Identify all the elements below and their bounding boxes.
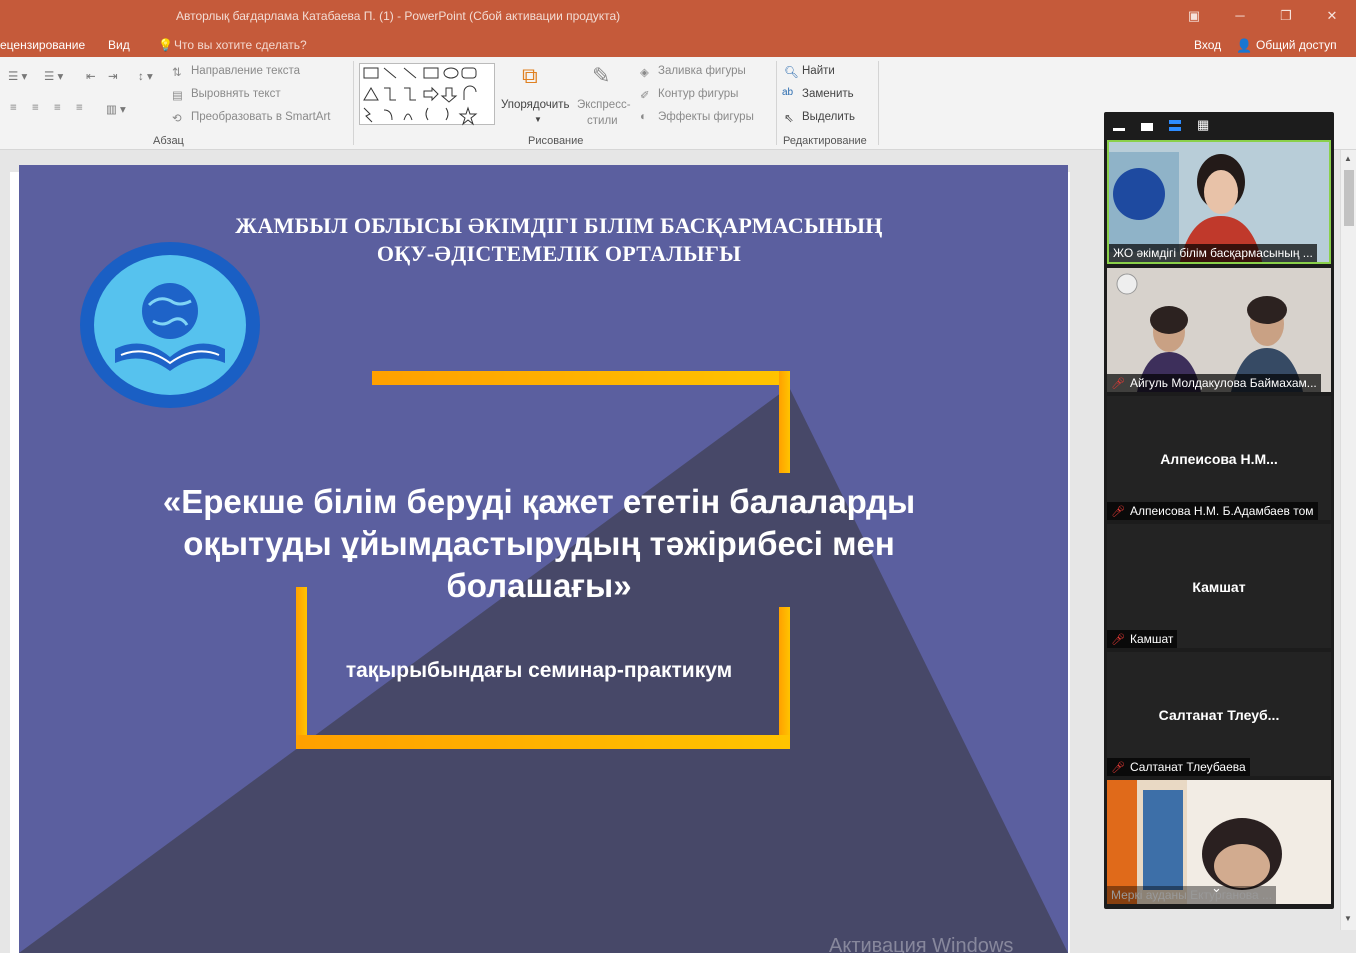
- title-bar: Авторлық бағдарлама Катабаева П. (1) - P…: [0, 0, 1356, 33]
- tab-view[interactable]: Вид: [108, 38, 130, 52]
- align-left-icon[interactable]: ≡: [10, 102, 17, 114]
- replace-icon: ab: [782, 87, 794, 98]
- arrange-button[interactable]: Упорядочить: [501, 99, 569, 111]
- participant-tile[interactable]: Салтанат Тлеуб... 🎤︎ Салтанат Тлеубаева: [1107, 652, 1331, 776]
- separator: [353, 61, 354, 145]
- smartart-icon: ⟲: [172, 113, 182, 125]
- signin-link[interactable]: Вход: [1194, 38, 1221, 52]
- replace-button[interactable]: Заменить: [802, 88, 854, 100]
- zoom-gallery-panel: ▦ ЖО әкімдігі білім басқармасының ... 🎤︎…: [1104, 112, 1334, 909]
- participant-tile[interactable]: 🎤︎ Айгуль Молдакулова Баймахам...: [1107, 268, 1331, 392]
- editing-label: Редактирование: [783, 135, 867, 147]
- align-right-icon[interactable]: ≡: [54, 102, 61, 114]
- zoom-toolbar: ▦: [1104, 112, 1334, 138]
- justify-icon[interactable]: ≡: [76, 102, 83, 114]
- separator: [776, 61, 777, 145]
- find-button[interactable]: Найти: [802, 65, 835, 77]
- mic-muted-icon: 🎤︎: [1111, 506, 1125, 518]
- participant-tile[interactable]: Меркі ауданы Ектурганова ... ⌄: [1107, 780, 1331, 904]
- effects-icon: ◐: [640, 111, 647, 123]
- participant-name: 🎤︎ Камшат: [1107, 630, 1178, 648]
- select-icon: ⇖: [784, 113, 794, 125]
- arrange-icon: ⧉: [522, 63, 538, 88]
- ribbon-tabs: ецензирование Вид 💡 Что вы хотите сделат…: [0, 33, 1356, 57]
- arrange-chevron-icon: ▼: [534, 115, 542, 124]
- restore-icon[interactable]: ❐: [1276, 6, 1296, 26]
- scroll-down-icon[interactable]: ▼: [1344, 914, 1352, 923]
- minimize-video-icon[interactable]: [1113, 128, 1125, 131]
- quick-styles-button-line2[interactable]: стили: [587, 115, 618, 127]
- participant-tile[interactable]: ЖО әкімдігі білім басқармасының ...: [1107, 140, 1331, 264]
- participant-tile[interactable]: Алпеисова Н.М... 🎤︎ Алпеисова Н.М. Б.Адам…: [1107, 396, 1331, 520]
- drawing-label: Рисование: [528, 135, 584, 147]
- close-icon[interactable]: ✕: [1322, 6, 1342, 26]
- participant-display-name: Салтанат Тлеуб...: [1158, 707, 1280, 723]
- scroll-up-icon[interactable]: ▲: [1344, 154, 1352, 163]
- person-icon: 👤: [1236, 38, 1253, 53]
- paragraph-label: Абзац: [153, 135, 184, 147]
- slide-title-line3: болашағы»: [446, 567, 632, 604]
- frame-right-upper: [779, 371, 790, 473]
- ribbon-display-icon[interactable]: ▣: [1184, 6, 1204, 26]
- outline-icon: ✐: [640, 90, 650, 102]
- minimize-icon[interactable]: ─: [1230, 6, 1250, 26]
- org-name-line2: ОҚУ-ӘДІСТЕМЕЛІК ОРТАЛЫҒЫ: [376, 241, 742, 266]
- lightbulb-icon: 💡: [158, 38, 173, 52]
- participant-name: 🎤︎ Салтанат Тлеубаева: [1107, 758, 1250, 776]
- participant-display-name: Камшат: [1192, 579, 1246, 595]
- quick-styles-icon: ✎: [592, 63, 611, 88]
- mic-muted-icon: 🎤︎: [1111, 762, 1125, 774]
- speaker-view-icon[interactable]: [1141, 123, 1153, 131]
- separator: [878, 61, 879, 145]
- shape-outline-button[interactable]: Контур фигуры: [658, 88, 738, 100]
- tab-review[interactable]: ецензирование: [0, 38, 85, 52]
- tell-me-box[interactable]: Что вы хотите сделать?: [174, 38, 307, 52]
- shapes-gallery[interactable]: [359, 63, 495, 126]
- chevron-down-icon[interactable]: ⌄: [1211, 880, 1222, 896]
- line-spacing-icon[interactable]: ↕ ▾: [138, 69, 153, 83]
- participant-name: ЖО әкімдігі білім басқармасының ...: [1109, 244, 1317, 262]
- bullets-icon[interactable]: ☰ ▾: [8, 69, 27, 83]
- align-text-button[interactable]: Выровнять текст: [191, 88, 281, 100]
- participant-display-name: Алпеисова Н.М...: [1160, 451, 1278, 467]
- window-title: Авторлық бағдарлама Катабаева П. (1) - P…: [176, 9, 621, 23]
- align-text-icon: ▤: [172, 90, 183, 102]
- shapes-gallery-icons: [363, 67, 478, 126]
- text-direction-icon: ⇅: [172, 67, 182, 79]
- mic-muted-icon: 🎤︎: [1111, 378, 1125, 390]
- shape-effects-button[interactable]: Эффекты фигуры: [658, 111, 754, 123]
- scroll-thumb[interactable]: [1344, 170, 1354, 226]
- increase-indent-icon[interactable]: ⇥: [108, 69, 118, 83]
- select-button[interactable]: Выделить: [802, 111, 855, 123]
- participant-name: 🎤︎ Айгуль Молдакулова Баймахам...: [1107, 374, 1321, 392]
- participant-tile[interactable]: Камшат 🎤︎ Камшат: [1107, 524, 1331, 648]
- participant-name: 🎤︎ Алпеисова Н.М. Б.Адамбаев том: [1107, 502, 1318, 520]
- frame-top-bar: [372, 371, 790, 385]
- convert-smartart-button[interactable]: Преобразовать в SmartArt: [191, 111, 331, 123]
- slide-canvas[interactable]: ЖАМБЫЛ ОБЛЫСЫ ӘКІМДІГІ БІЛІМ БАСҚАРМАСЫН…: [19, 165, 1068, 953]
- strip-view-icon[interactable]: [1169, 120, 1181, 131]
- activation-watermark: Активация Windows: [829, 935, 1014, 953]
- slide-title-line2: оқытуды ұйымдастырудың тәжірибесі мен: [183, 525, 895, 562]
- align-center-icon[interactable]: ≡: [32, 102, 39, 114]
- quick-styles-button[interactable]: Экспресс-: [577, 99, 631, 111]
- numbering-icon[interactable]: ☰ ▾: [44, 69, 63, 83]
- shape-fill-button[interactable]: Заливка фигуры: [658, 65, 746, 77]
- share-button[interactable]: Общий доступ: [1256, 38, 1337, 52]
- text-direction-button[interactable]: Направление текста: [191, 65, 300, 77]
- decrease-indent-icon[interactable]: ⇤: [86, 69, 96, 83]
- mic-muted-icon: 🎤︎: [1111, 634, 1125, 646]
- slide-subtitle: тақырыбындағы семинар-практикум: [345, 659, 733, 682]
- vertical-scrollbar[interactable]: ▲ ▼: [1340, 150, 1356, 930]
- frame-bottom-bar: [296, 735, 790, 749]
- find-icon: 🔍︎: [784, 67, 799, 79]
- slide-title-line1: «Ерекше білім беруді қажет ететін балала…: [162, 483, 916, 520]
- fill-icon: ◈: [640, 67, 649, 79]
- participant-name: Меркі ауданы Ектурганова ...: [1107, 886, 1277, 904]
- org-name-line1: ЖАМБЫЛ ОБЛЫСЫ ӘКІМДІГІ БІЛІМ БАСҚАРМАСЫН…: [235, 213, 883, 238]
- gallery-view-icon[interactable]: ▦: [1197, 118, 1209, 131]
- columns-icon[interactable]: ▥ ▾: [106, 102, 126, 116]
